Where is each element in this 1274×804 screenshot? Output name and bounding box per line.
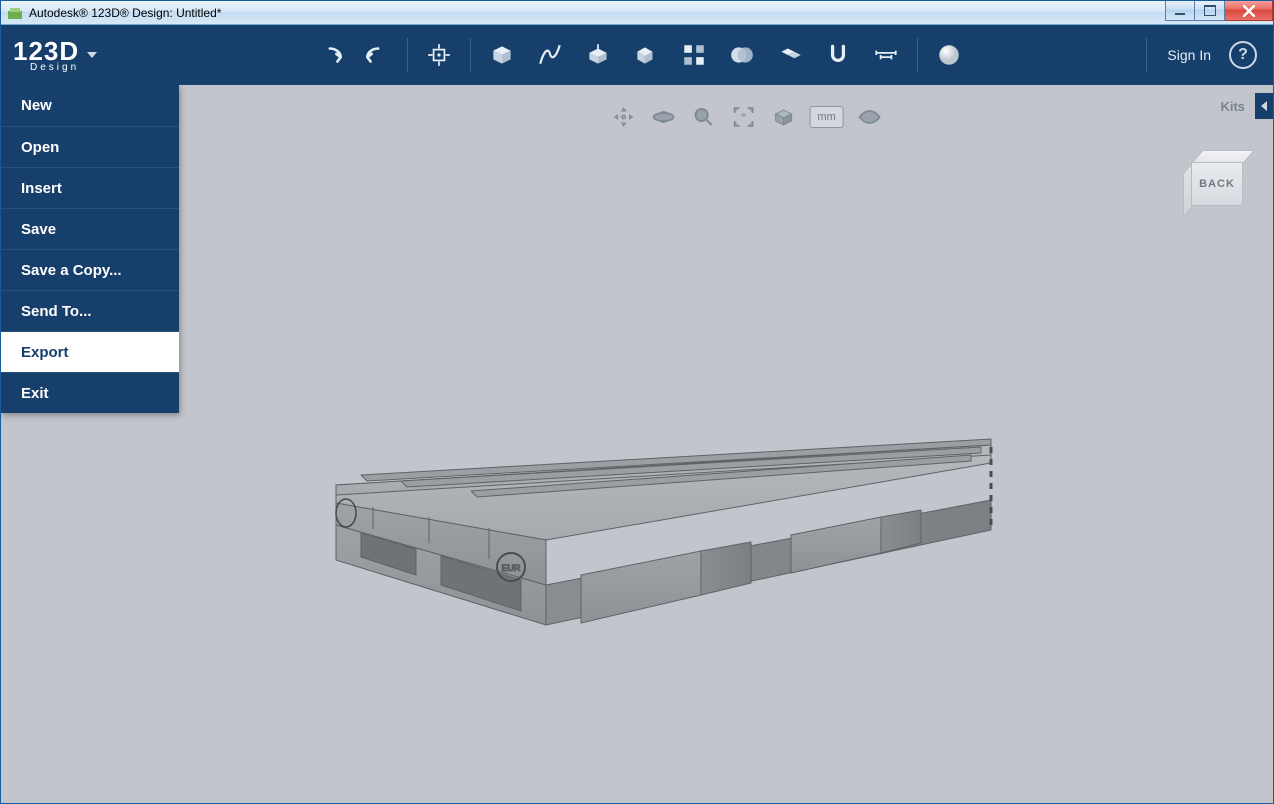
measure-button[interactable] [871,40,901,70]
minimize-button[interactable] [1165,1,1195,21]
construct-button[interactable] [583,40,613,70]
help-button[interactable]: ? [1229,41,1257,69]
modify-button[interactable] [631,40,661,70]
display-button[interactable] [770,103,798,131]
viewcube-back-face[interactable]: BACK [1191,162,1243,206]
chevron-down-icon [87,52,97,58]
primitives-button[interactable] [487,40,517,70]
svg-text:EUR: EUR [501,563,521,573]
menu-label: Insert [21,180,62,197]
undo-button[interactable] [317,40,347,70]
transform-button[interactable] [424,40,454,70]
maximize-button[interactable] [1195,1,1225,21]
menu-send-to[interactable]: Send To... [1,290,179,331]
menu-label: New [21,97,52,114]
app-icon [7,5,23,21]
menu-save-copy[interactable]: Save a Copy... [1,249,179,290]
pattern-button[interactable] [679,40,709,70]
app-menu: New Open Insert Save Save a Copy... Send… [1,85,179,413]
close-button[interactable] [1225,1,1273,21]
menu-label: Open [21,139,59,156]
zoom-button[interactable] [690,103,718,131]
window-controls [1165,1,1273,21]
viewcube[interactable]: BACK [1183,150,1253,220]
view-toolbar: mm [610,103,884,131]
sketch-button[interactable] [535,40,565,70]
menu-label: Save a Copy... [21,262,122,279]
units-badge[interactable]: mm [810,106,844,128]
kits-panel-tab[interactable]: Kits [1210,93,1273,119]
logo-text: 123D [13,38,79,64]
titlebar: Autodesk® 123D® Design: Untitled* [1,1,1273,25]
grouping-button[interactable] [727,40,757,70]
app-window: Autodesk® 123D® Design: Untitled* 123D D… [0,0,1274,804]
redo-button[interactable] [361,40,391,70]
material-button[interactable] [934,40,964,70]
pan-button[interactable] [610,103,638,131]
menu-label: Export [21,344,69,361]
signin-link[interactable]: Sign In [1167,47,1211,63]
window-title: Autodesk® 123D® Design: Untitled* [29,6,221,20]
menu-export[interactable]: Export [1,331,179,372]
model-pallet[interactable]: EUR [321,425,1001,645]
combine-button[interactable] [775,40,805,70]
menu-new[interactable]: New [1,85,179,126]
fit-button[interactable] [730,103,758,131]
viewport[interactable]: New Open Insert Save Save a Copy... Send… [1,85,1273,803]
menu-save[interactable]: Save [1,208,179,249]
chevron-left-icon [1255,93,1273,119]
menu-label: Save [21,221,56,238]
main-toolbar: 123D Design [1,25,1273,85]
menu-insert[interactable]: Insert [1,167,179,208]
snap-button[interactable] [823,40,853,70]
orbit-button[interactable] [650,103,678,131]
visibility-button[interactable] [856,103,884,131]
history-group [303,35,405,75]
kits-label: Kits [1210,95,1255,118]
menu-label: Exit [21,385,49,402]
menu-label: Send To... [21,303,92,320]
menu-exit[interactable]: Exit [1,372,179,413]
menu-open[interactable]: Open [1,126,179,167]
app-menu-button[interactable]: 123D Design [11,38,103,73]
